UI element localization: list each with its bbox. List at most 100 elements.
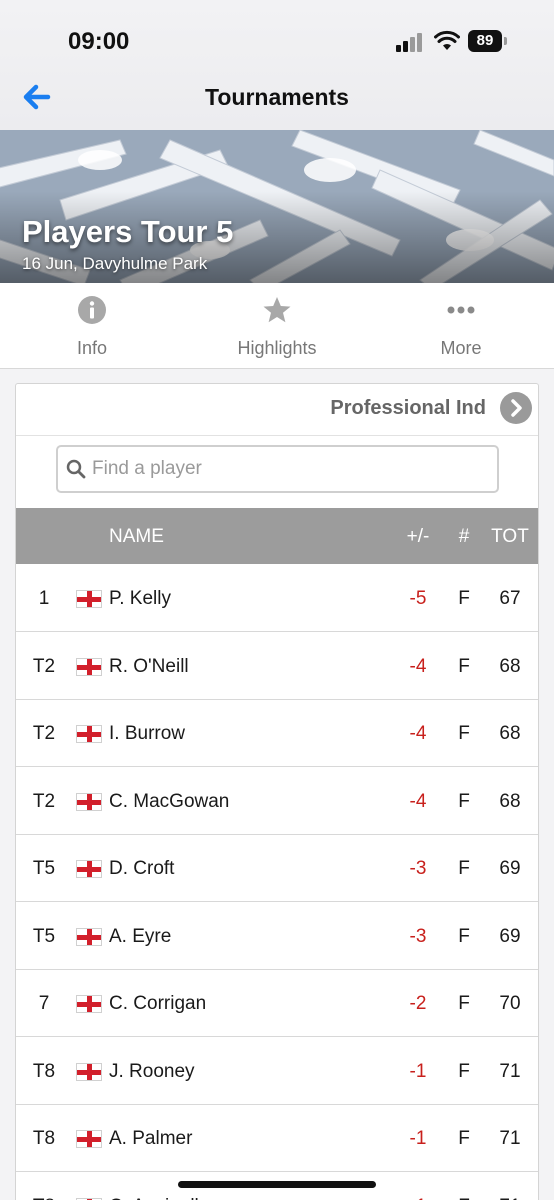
player-position: T2 bbox=[32, 723, 56, 744]
player-name: I. Burrow bbox=[109, 723, 186, 744]
divider bbox=[16, 435, 538, 436]
player-holes-played: F bbox=[458, 1128, 470, 1149]
table-row[interactable]: T5 A. Eyre -3 F 69 bbox=[16, 903, 538, 970]
tab-highlights-label: Highlights bbox=[237, 338, 317, 358]
player-total: 68 bbox=[499, 655, 521, 677]
division-label: Professional Ind bbox=[330, 397, 486, 419]
player-total: 71 bbox=[499, 1060, 521, 1082]
header-area: 09:00 89 Tournaments bbox=[0, 0, 554, 130]
player-search[interactable] bbox=[56, 445, 499, 493]
player-score-to-par: -1 bbox=[409, 1060, 427, 1082]
player-total: 69 bbox=[499, 925, 521, 947]
player-name: D. Croft bbox=[109, 858, 175, 879]
tournament-date-venue: 16 Jun, Davyhulme Park bbox=[22, 254, 208, 273]
player-score-to-par: -2 bbox=[409, 993, 427, 1014]
player-score-to-par: -1 bbox=[409, 1128, 427, 1149]
battery-level: 89 bbox=[468, 30, 502, 52]
player-holes-played: F bbox=[458, 790, 470, 812]
player-holes-played: F bbox=[458, 588, 470, 609]
player-total: 67 bbox=[499, 588, 521, 609]
tab-more-label: More bbox=[440, 338, 482, 358]
player-score-to-par: -3 bbox=[409, 858, 427, 879]
search-icon bbox=[66, 459, 86, 479]
tournament-banner: Players Tour 5 16 Jun, Davyhulme Park bbox=[0, 130, 554, 283]
division-next-button[interactable] bbox=[500, 392, 532, 424]
status-time: 09:00 bbox=[68, 28, 130, 55]
leaderboard-panel: Professional Ind NAME +/- # TOT 1 P. Kell… bbox=[15, 383, 539, 1200]
home-indicator[interactable] bbox=[178, 1181, 376, 1188]
star-icon bbox=[263, 297, 291, 323]
player-score-to-par: -4 bbox=[409, 790, 427, 812]
player-holes-played: F bbox=[458, 858, 470, 879]
player-holes-played: F bbox=[458, 925, 470, 947]
player-name: A. Eyre bbox=[109, 925, 172, 947]
player-position: T2 bbox=[32, 790, 56, 812]
player-holes-played: F bbox=[452, 1196, 476, 1200]
player-total: 71 bbox=[490, 1196, 530, 1200]
player-holes-played: F bbox=[458, 723, 470, 744]
england-flag-icon bbox=[76, 590, 102, 608]
chevron-right-icon bbox=[511, 399, 522, 417]
table-row[interactable]: 7 C. Corrigan -2 F 70 bbox=[16, 970, 538, 1037]
player-score-to-par: -4 bbox=[409, 655, 427, 677]
player-holes-played: F bbox=[458, 655, 470, 677]
table-row[interactable]: 1 P. Kelly -5 F 67 bbox=[16, 565, 538, 632]
england-flag-icon bbox=[76, 657, 102, 676]
england-flag-icon bbox=[76, 860, 102, 878]
info-icon bbox=[78, 296, 106, 324]
player-position: T8 bbox=[16, 1196, 72, 1200]
status-bar: 09:00 89 bbox=[0, 0, 554, 70]
player-score-to-par: -3 bbox=[409, 925, 427, 947]
player-name: C. MacGowan bbox=[109, 790, 230, 812]
more-dots-icon bbox=[447, 306, 475, 314]
table-row[interactable]: T2 R. O'Neill -4 F 68 bbox=[16, 633, 538, 700]
player-position: T8 bbox=[32, 1060, 56, 1082]
tab-more[interactable]: More bbox=[369, 283, 553, 369]
player-name: J. Rooney bbox=[109, 1060, 195, 1082]
battery-icon: 89 bbox=[468, 30, 508, 52]
table-row[interactable]: T2 C. MacGowan -4 F 68 bbox=[16, 768, 538, 835]
player-position: 7 bbox=[38, 993, 50, 1014]
player-total: 70 bbox=[499, 993, 521, 1014]
tab-info-label: Info bbox=[76, 338, 108, 358]
player-name: A. Palmer bbox=[109, 1128, 193, 1149]
tab-highlights[interactable]: Highlights bbox=[185, 283, 369, 369]
player-total: 69 bbox=[499, 858, 521, 879]
england-flag-icon bbox=[76, 995, 102, 1013]
table-header: NAME +/- # TOT bbox=[16, 508, 538, 564]
player-total: 68 bbox=[499, 723, 521, 744]
table-row[interactable]: T8 A. Palmer -1 F 71 bbox=[16, 1105, 538, 1172]
player-position: T2 bbox=[32, 655, 56, 677]
player-holes-played: F bbox=[458, 993, 470, 1014]
player-name: P. Kelly bbox=[109, 588, 171, 609]
signal-icon bbox=[396, 32, 426, 52]
tab-info[interactable]: Info bbox=[0, 283, 184, 369]
player-score-to-par: -5 bbox=[409, 588, 427, 609]
player-name: C. Aspinall bbox=[109, 1196, 199, 1200]
player-total: 71 bbox=[499, 1128, 521, 1149]
player-total: 68 bbox=[499, 790, 521, 812]
column-total: TOT bbox=[491, 526, 529, 547]
table-row[interactable]: T8 J. Rooney -1 F 71 bbox=[16, 1038, 538, 1105]
player-score-to-par: -1 bbox=[396, 1196, 440, 1200]
england-flag-icon bbox=[76, 927, 102, 946]
player-position: 1 bbox=[38, 588, 50, 609]
england-flag-icon bbox=[76, 725, 102, 743]
player-holes-played: F bbox=[458, 1060, 470, 1082]
tab-bar: Info Highlights More bbox=[0, 283, 554, 369]
england-flag-icon bbox=[76, 1130, 102, 1148]
wifi-icon bbox=[434, 30, 460, 50]
player-name: C. Corrigan bbox=[109, 993, 207, 1014]
england-flag-icon bbox=[76, 792, 102, 811]
navigation-bar: Tournaments bbox=[0, 70, 554, 128]
column-name: NAME bbox=[109, 526, 164, 547]
player-position: T5 bbox=[32, 858, 56, 879]
table-row[interactable]: T2 I. Burrow -4 F 68 bbox=[16, 700, 538, 767]
search-input[interactable] bbox=[92, 455, 492, 483]
player-position: T8 bbox=[32, 1128, 56, 1149]
column-thru: # bbox=[458, 526, 470, 547]
player-name: R. O'Neill bbox=[109, 655, 189, 677]
player-position: T5 bbox=[32, 925, 56, 947]
table-row[interactable]: T5 D. Croft -3 F 69 bbox=[16, 835, 538, 902]
player-score-to-par: -4 bbox=[409, 723, 427, 744]
